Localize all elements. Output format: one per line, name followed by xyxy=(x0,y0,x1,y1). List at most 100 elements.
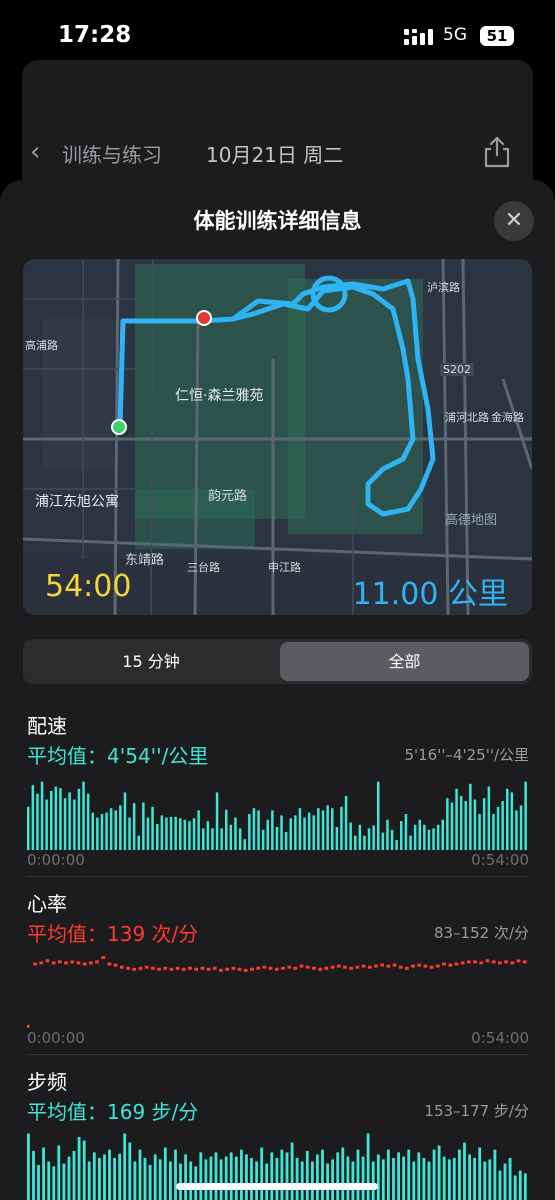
cadence-bar xyxy=(265,1163,269,1200)
heart-rate-point xyxy=(200,966,205,970)
pace-bar xyxy=(446,798,449,850)
pace-bar xyxy=(261,829,265,850)
map-road-label: 浦河北路 xyxy=(445,411,489,424)
pace-bar xyxy=(363,835,366,850)
cadence-bar xyxy=(214,1152,218,1200)
pace-bar xyxy=(179,818,182,850)
pace-bar xyxy=(146,817,150,850)
cadence-bar xyxy=(280,1149,284,1200)
cadence-bar xyxy=(468,1154,471,1200)
heart-rate-point xyxy=(138,966,143,970)
pace-bar xyxy=(510,792,514,850)
pace-bar xyxy=(432,828,435,850)
status-time: 17:28 xyxy=(58,22,132,48)
cadence-range: 153–177 步/分 xyxy=(424,1102,529,1120)
cadence-bar xyxy=(57,1145,61,1200)
pace-bar xyxy=(31,785,35,850)
pace-bar xyxy=(63,798,67,850)
cadence-bar xyxy=(463,1142,466,1200)
heart-rate-point xyxy=(194,967,198,971)
cadence-bar xyxy=(356,1149,360,1200)
cadence-bar xyxy=(458,1149,461,1200)
pace-bar xyxy=(478,814,481,850)
heart-rate-point xyxy=(380,963,384,967)
pace-bar xyxy=(50,791,53,850)
pace-bar xyxy=(487,786,491,850)
close-icon: ✕ xyxy=(504,208,524,233)
heart-rate-point xyxy=(89,961,93,965)
cadence-bar xyxy=(300,1161,304,1200)
cadence-bar xyxy=(47,1161,51,1200)
pace-bar xyxy=(459,796,463,850)
cadence-bar xyxy=(427,1161,431,1200)
map-attribution: 高德地图 xyxy=(445,513,498,528)
heart-rate-point xyxy=(126,966,130,970)
map-road-label: 三台路 xyxy=(187,561,220,574)
back-label[interactable]: 训练与练习 xyxy=(62,139,162,168)
cadence-bar xyxy=(341,1147,345,1200)
pace-bar xyxy=(192,818,196,850)
pace-bar xyxy=(91,812,94,850)
pace-bar xyxy=(220,828,223,850)
cadence-bar xyxy=(473,1158,476,1200)
cadence-bar xyxy=(98,1158,101,1200)
pace-bar xyxy=(137,835,140,850)
cadence-bar xyxy=(346,1156,350,1200)
heart-rate-point xyxy=(417,963,422,967)
pace-bar xyxy=(335,827,339,850)
heart-rate-point xyxy=(448,963,453,967)
home-indicator[interactable] xyxy=(176,1183,378,1190)
map-road-label: 东靖路 xyxy=(125,553,165,568)
pace-bar xyxy=(400,821,403,850)
pace-bar xyxy=(321,810,325,850)
heart-rate-point xyxy=(169,967,174,971)
heart-rate-point xyxy=(423,964,428,968)
section-divider xyxy=(27,876,529,877)
heart-rate-point xyxy=(45,959,50,963)
heart-rate-point xyxy=(144,965,149,969)
pace-bar xyxy=(413,824,417,850)
pace-bar xyxy=(349,822,352,850)
cadence-bar xyxy=(351,1161,355,1200)
cadence-bar xyxy=(42,1147,45,1200)
background-nav-bar: ‹ 训练与练习 10月21日 周二 xyxy=(30,135,530,171)
pace-bar xyxy=(441,819,444,850)
cadence-bar xyxy=(422,1158,426,1200)
cadence-bar xyxy=(123,1133,127,1200)
pace-bar xyxy=(86,793,90,850)
chevron-left-icon[interactable]: ‹ xyxy=(30,135,40,169)
section-divider xyxy=(27,1054,529,1055)
cadence-average: 平均值：169 步/分 xyxy=(27,1100,199,1124)
map-road-label: 高浦路 xyxy=(25,339,58,352)
segment-15-min[interactable]: 15 分钟 xyxy=(26,642,276,681)
heart-rate-point xyxy=(411,964,415,968)
heart-rate-chart[interactable] xyxy=(27,948,529,1028)
pace-bar xyxy=(515,810,518,850)
cadence-bar xyxy=(219,1159,223,1200)
pace-bar xyxy=(197,810,200,850)
pace-bar xyxy=(114,810,117,850)
pace-bar xyxy=(492,814,495,850)
heart-rate-point xyxy=(516,959,521,963)
pace-bar xyxy=(160,815,164,850)
pace-bar xyxy=(266,819,269,850)
pace-start-time: 0:00:00 xyxy=(27,851,85,869)
pace-bar xyxy=(423,824,426,850)
pace-bar xyxy=(377,781,380,850)
cadence-bar xyxy=(199,1152,203,1200)
heart-rate-point xyxy=(151,966,155,970)
cadence-bar xyxy=(204,1159,208,1200)
cadence-bar xyxy=(103,1154,106,1200)
segment-all[interactable]: 全部 xyxy=(280,642,529,681)
pace-bar xyxy=(142,802,145,850)
heart-rate-point xyxy=(39,961,44,965)
pace-bar xyxy=(289,818,292,850)
pace-bar xyxy=(280,815,283,850)
close-button[interactable]: ✕ xyxy=(494,201,534,241)
pace-chart[interactable] xyxy=(27,770,529,850)
heart-rate-point xyxy=(398,965,403,969)
cadence-heading: 步频 xyxy=(27,1070,67,1094)
cadence-bar xyxy=(397,1152,400,1200)
route-map[interactable]: 仁恒·森兰雅苑 浦江东旭公寓 东靖路 韵元路 高浦路 S202 三台路 金海路 … xyxy=(23,259,532,615)
share-icon[interactable] xyxy=(482,135,512,169)
